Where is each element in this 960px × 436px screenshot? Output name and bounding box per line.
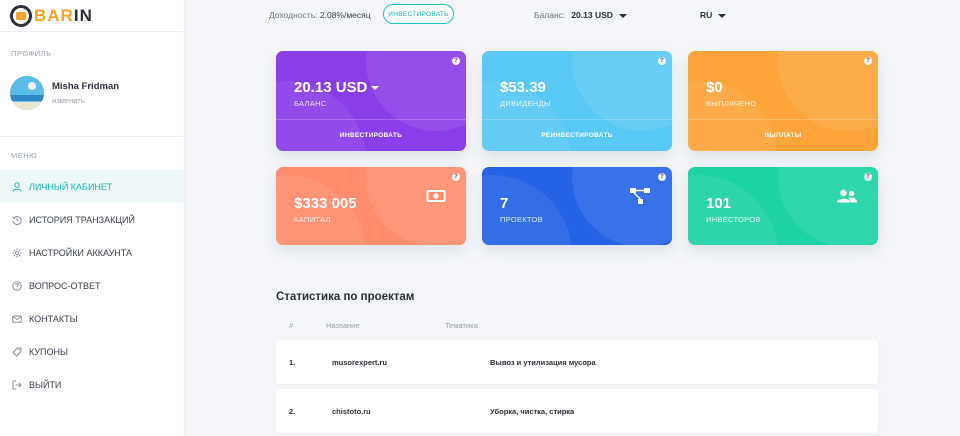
money-icon — [426, 189, 446, 208]
column-header-name: Название — [326, 321, 360, 330]
help-icon[interactable]: ? — [452, 57, 460, 65]
sidebar-item-label: ВЫЙТИ — [29, 379, 62, 390]
card-label: ВЫПЛАЧЕНО — [706, 99, 757, 108]
sidebar-item-coupons[interactable]: КУПОНЫ — [0, 335, 184, 368]
row-project-name: chistoto.ru — [332, 407, 371, 416]
language-value: RU — [700, 10, 713, 20]
profile-section-label: ПРОФИЛЬ — [11, 49, 52, 58]
yield-value: 2.08%/месяц — [319, 10, 371, 20]
sidebar-item-label: КОНТАКТЫ — [29, 313, 78, 324]
chevron-down-icon — [718, 13, 727, 18]
users-icon — [836, 189, 858, 208]
sidebar-item-history[interactable]: ИСТОРИЯ ТРАНЗАКЦИЙ — [0, 203, 184, 236]
sidebar-item-contacts[interactable]: КОНТАКТЫ — [0, 302, 184, 335]
sidebar-item-dashboard[interactable]: ЛИЧНЫЙ КАБИНЕТ — [0, 170, 184, 203]
row-project-topic: Уборка, чистка, стирка — [490, 407, 575, 416]
logo-text: BARIN — [34, 5, 93, 25]
profile-name: Misha Fridman — [52, 81, 120, 92]
card-value[interactable]: 20.13 USD — [294, 79, 380, 96]
yield-label: Доходность: — [269, 10, 318, 20]
card-label: ПРОЕКТОВ — [500, 215, 543, 224]
sidebar-item-label: ИСТОРИЯ ТРАНЗАКЦИЙ — [29, 214, 135, 225]
card-label: ДИВИДЕНДЫ — [500, 99, 551, 108]
capital-card: ? $333 005 КАПИТАЛ — [276, 167, 466, 245]
balance-value: 20.13 USD — [571, 10, 613, 20]
chevron-down-icon — [618, 13, 627, 18]
sidebar-item-logout[interactable]: ВЫЙТИ — [0, 368, 184, 401]
column-header-num: # — [289, 321, 294, 330]
card-label: КАПИТАЛ — [294, 215, 331, 224]
tag-icon — [11, 346, 23, 358]
card-value: $53.39 — [500, 79, 546, 96]
menu-section-label: МЕНЮ — [11, 151, 38, 160]
row-project-topic: Вывоз и утилизация мусора — [490, 358, 596, 367]
investors-card: ? 101 ИНВЕСТОРОВ — [688, 167, 878, 245]
language-dropdown[interactable]: RU — [700, 10, 727, 20]
help-icon[interactable]: ? — [658, 57, 666, 65]
card-value: $333 005 — [294, 195, 357, 212]
card-label: БАЛАНС — [294, 99, 327, 108]
help-icon[interactable]: ? — [658, 173, 666, 181]
card-value: $0 — [706, 79, 723, 96]
sidebar-item-label: КУПОНЫ — [29, 346, 68, 357]
sidebar-item-settings[interactable]: НАСТРОЙКИ АККАУНТА — [0, 236, 184, 269]
sidebar-item-label: ВОПРОС-ОТВЕТ — [29, 280, 101, 291]
mail-icon — [11, 313, 23, 325]
history-icon — [11, 214, 23, 226]
question-icon — [11, 280, 23, 292]
logout-icon — [11, 379, 23, 391]
network-icon — [630, 187, 650, 210]
logo[interactable]: BARIN — [0, 0, 184, 32]
balance-card: ? 20.13 USD БАЛАНС ИНВЕСТИРОВАТЬ — [276, 51, 466, 151]
table-row[interactable]: 1. musorexpert.ru Вывоз и утилизация мус… — [276, 340, 878, 384]
projects-card: ? 7 ПРОЕКТОВ — [482, 167, 672, 245]
paid-card: ? $0 ВЫПЛАЧЕНО ВЫПЛАТЫ — [688, 51, 878, 151]
help-icon[interactable]: ? — [864, 57, 872, 65]
profile-edit-link[interactable]: изменить — [52, 96, 119, 105]
sidebar-menu: ЛИЧНЫЙ КАБИНЕТ ИСТОРИЯ ТРАНЗАКЦИЙ НАСТРО… — [0, 170, 184, 401]
column-header-topic: Тематика — [445, 321, 478, 330]
dividends-card: ? $53.39 ДИВИДЕНДЫ РЕИНВЕСТИРОВАТЬ — [482, 51, 672, 151]
yield-info: Доходность: 2.08%/месяц — [269, 10, 371, 20]
sidebar: BARIN ПРОФИЛЬ Misha Fridman изменить МЕН… — [0, 0, 185, 436]
profile: Misha Fridman изменить — [0, 58, 184, 114]
invest-button[interactable]: ИНВЕСТИРОВАТЬ — [383, 4, 454, 24]
table-row[interactable]: 2. chistoto.ru Уборка, чистка, стирка — [276, 389, 878, 433]
sidebar-divider — [0, 136, 184, 137]
top-bar: Доходность: 2.08%/месяц ИНВЕСТИРОВАТЬ Ба… — [185, 0, 960, 30]
help-icon[interactable]: ? — [864, 173, 872, 181]
card-value: 101 — [706, 195, 732, 212]
row-number: 1. — [289, 358, 296, 367]
balance-label: Баланс: — [534, 10, 566, 20]
balance-dropdown[interactable]: Баланс: 20.13 USD — [534, 10, 627, 20]
gear-icon — [11, 247, 23, 259]
sidebar-item-label: НАСТРОЙКИ АККАУНТА — [29, 247, 133, 258]
payouts-button[interactable]: ВЫПЛАТЫ — [688, 119, 878, 151]
help-icon[interactable]: ? — [452, 173, 460, 181]
card-label: ИНВЕСТОРОВ — [706, 215, 761, 224]
reinvest-button[interactable]: РЕИНВЕСТИРОВАТЬ — [482, 119, 672, 151]
invest-card-button[interactable]: ИНВЕСТИРОВАТЬ — [276, 119, 466, 151]
avatar[interactable] — [10, 76, 44, 110]
chevron-down-icon — [371, 86, 380, 91]
logo-mark-icon — [10, 4, 32, 27]
user-icon — [11, 181, 23, 193]
sidebar-item-label: ЛИЧНЫЙ КАБИНЕТ — [29, 181, 113, 192]
card-value: 7 — [500, 195, 509, 212]
stats-title: Статистика по проектам — [276, 291, 415, 303]
row-project-name: musorexpert.ru — [332, 358, 388, 367]
row-number: 2. — [289, 407, 296, 416]
sidebar-item-faq[interactable]: ВОПРОС-ОТВЕТ — [0, 269, 184, 302]
